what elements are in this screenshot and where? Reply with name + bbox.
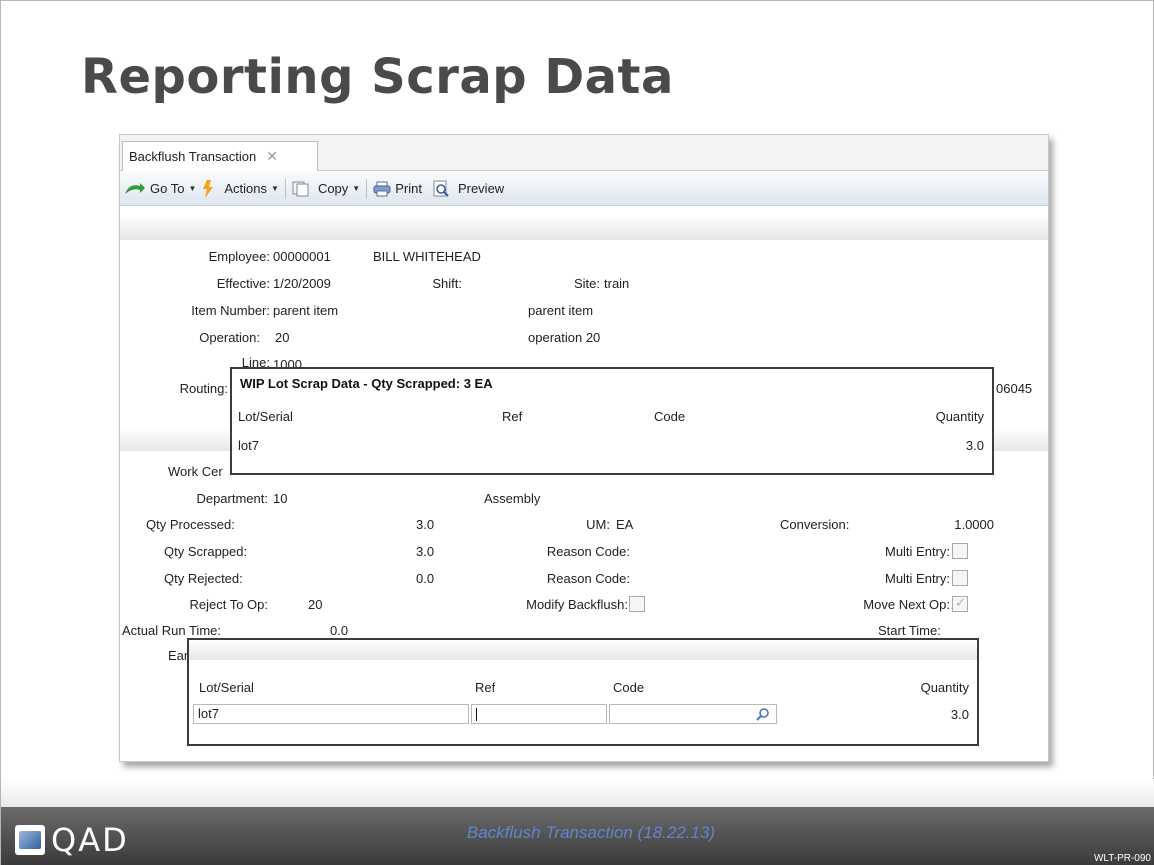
lot-scrap-entry-popup: Lot/Serial Ref Code Quantity lot7 3.0 [187,638,979,746]
footer: QAD Backflush Transaction (18.22.13) WLT… [1,807,1154,865]
multi-entry-label: Multi Entry: [884,544,950,559]
goto-button[interactable]: Go To ▼ [124,181,196,196]
section-band [189,640,977,660]
reason-code-label: Reason Code: [546,544,630,559]
employee-label: Employee: [208,249,270,264]
footer-code: WLT-PR-090 [1093,853,1151,864]
work-center-label: Work Cer [168,464,223,479]
reason-code-label: Reason Code: [546,571,630,586]
tab-backflush-transaction[interactable]: Backflush Transaction ✕ [122,141,318,171]
toolbar: Go To ▼ Actions ▼ Copy ▼ Print Preview [120,172,1048,206]
tab-bar: Backflush Transaction ✕ [120,135,1048,171]
effective-value[interactable]: 1/20/2009 [273,276,331,291]
wip-lot-scrap-popup: WIP Lot Scrap Data - Qty Scrapped: 3 EA … [230,367,994,475]
actual-run-time-label: Actual Run Time: [122,623,221,638]
move-next-op-label: Move Next Op: [863,597,950,612]
footer-band [1,779,1154,807]
column-lot-serial: Lot/Serial [238,409,293,424]
move-next-op-checkbox[interactable] [952,595,968,612]
conversion-label: Conversion: [780,517,850,532]
actions-button[interactable]: Actions ▼ [202,179,279,198]
column-ref: Ref [475,680,496,695]
column-code: Code [654,409,686,424]
row-lot-serial: lot7 [238,438,259,453]
search-icon[interactable] [756,707,770,721]
row-quantity: 3.0 [965,438,984,453]
multi-entry-scrapped-checkbox[interactable] [952,543,968,559]
toolbar-separator [366,178,368,199]
row-quantity[interactable]: 3.0 [809,707,969,722]
multi-entry-label: Multi Entry: [884,571,950,586]
print-label: Print [395,181,422,196]
backflush-window: Backflush Transaction ✕ Go To ▼ Actions … [119,134,1049,762]
preview-button[interactable]: Preview [432,180,504,198]
column-ref: Ref [502,409,523,424]
close-icon[interactable]: ✕ [266,148,278,165]
chevron-down-icon: ▼ [188,184,197,193]
actions-label: Actions [224,181,268,196]
tab-label: Backflush Transaction [129,149,257,164]
qty-rejected-value[interactable]: 0.0 [416,571,434,586]
employee-value[interactable]: 00000001 [273,249,331,264]
footer-caption: Backflush Transaction (18.22.13) [466,823,716,842]
modify-backflush-label: Modify Backflush: [526,597,628,612]
routing-trailing-value: 06045 [996,381,1033,396]
um-label: UM: [586,517,610,532]
department-description: Assembly [484,491,541,506]
operation-label: Operation: [199,330,260,345]
copy-icon [292,181,309,196]
popup-title: WIP Lot Scrap Data - Qty Scrapped: 3 EA [240,376,493,391]
conversion-value[interactable]: 1.0000 [900,517,994,532]
copy-label: Copy [317,181,349,196]
shift-label: Shift: [432,276,462,291]
qty-processed-value[interactable]: 3.0 [416,517,434,532]
column-quantity: Quantity [920,680,969,695]
employee-name: BILL WHITEHEAD [373,249,481,264]
printer-icon [373,181,391,196]
text-cursor [476,708,477,721]
item-number-value[interactable]: parent item [273,303,338,318]
preview-label: Preview [457,181,505,196]
department-value[interactable]: 10 [273,491,287,506]
lot-serial-input[interactable]: lot7 [193,704,469,724]
column-code: Code [613,680,645,695]
routing-label: Routing: [179,381,228,396]
ref-input[interactable] [471,704,607,724]
item-description: parent item [528,303,594,318]
multi-entry-rejected-checkbox[interactable] [952,570,968,586]
um-value[interactable]: EA [616,517,633,532]
toolbar-separator [284,178,286,199]
department-label: Department: [196,491,268,506]
qty-rejected-label: Qty Rejected: [164,571,243,586]
actual-run-time-value[interactable]: 0.0 [330,623,348,638]
section-band [120,216,1048,240]
earned-label: Ear [168,648,189,663]
goto-arrow-icon [125,182,145,194]
copy-button[interactable]: Copy ▼ [292,181,360,197]
operation-value[interactable]: 20 [275,330,289,345]
reject-to-op-value[interactable]: 20 [308,597,322,612]
column-quantity: Quantity [935,409,984,424]
site-label: Site: [573,276,600,291]
operation-description: operation 20 [528,330,601,345]
qty-scrapped-value[interactable]: 3.0 [416,544,434,559]
chevron-down-icon: ▼ [271,184,279,193]
modify-backflush-checkbox[interactable] [629,596,645,612]
item-number-label: Item Number: [191,303,270,318]
code-input[interactable] [609,704,777,724]
goto-label: Go To [150,181,185,196]
print-button[interactable]: Print [373,181,422,197]
reject-to-op-label: Reject To Op: [189,597,268,612]
chevron-down-icon: ▼ [352,184,361,193]
slide-title: Reporting Scrap Data [81,49,674,105]
qty-scrapped-label: Qty Scrapped: [164,544,248,559]
effective-label: Effective: [216,276,270,291]
column-lot-serial: Lot/Serial [199,680,254,695]
qty-processed-label: Qty Processed: [146,517,235,532]
slide: Reporting Scrap Data Backflush Transacti… [0,0,1154,865]
lightning-icon [203,179,214,198]
site-value[interactable]: train [604,276,629,291]
start-time-label: Start Time: [878,623,941,638]
preview-icon [433,180,449,197]
